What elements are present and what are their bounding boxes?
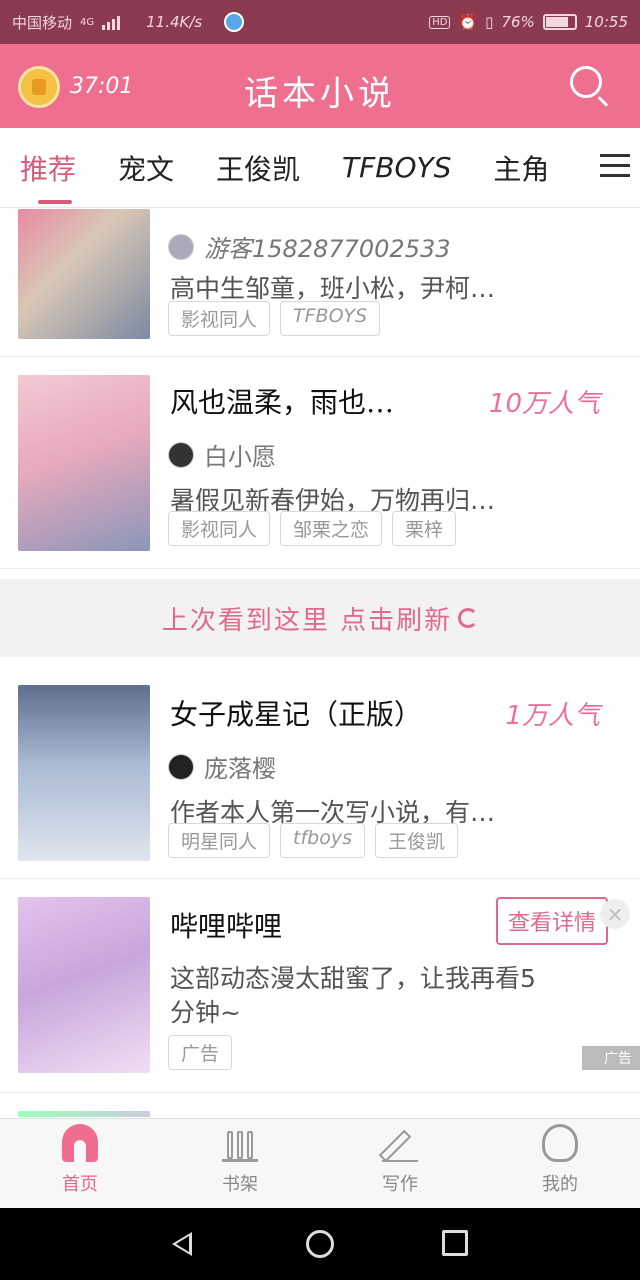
- nav-write-label: 写作: [382, 1174, 418, 1195]
- tab-romance[interactable]: 宠文: [118, 148, 174, 188]
- story-cover[interactable]: [18, 209, 150, 339]
- network-speed: 11.4K/s: [146, 13, 203, 31]
- refresh-bar[interactable]: 上次看到这里 点击刷新: [0, 579, 640, 657]
- story-tag[interactable]: 影视同人: [168, 511, 271, 546]
- story-cover[interactable]: [18, 1111, 150, 1117]
- nav-home[interactable]: 首页: [0, 1119, 160, 1208]
- nav-me[interactable]: 我的: [480, 1119, 640, 1208]
- nav-bookshelf[interactable]: 书架: [160, 1119, 320, 1208]
- tab-tfboys[interactable]: TFBOYS: [342, 151, 451, 184]
- tab-wang-junkai[interactable]: 王俊凯: [216, 148, 300, 188]
- hd-icon: HD: [429, 15, 451, 29]
- ad-cover[interactable]: [18, 897, 150, 1073]
- nav-bookshelf-label: 书架: [222, 1174, 258, 1195]
- clock: 10:55: [584, 13, 628, 31]
- story-tags: 影视同人 邹栗之恋 栗梓: [168, 511, 457, 546]
- battery-percent: 76%: [501, 13, 535, 31]
- story-tag[interactable]: 王俊凯: [374, 823, 458, 858]
- story-list: 游客1582877002533 高中生邹童，班小松，尹柯… 影视同人 TFBOY…: [0, 209, 640, 1117]
- story-cover[interactable]: [18, 685, 150, 861]
- menu-icon[interactable]: [600, 154, 630, 178]
- list-item[interactable]: 风也温柔，雨也… 10万人气 白小愿 暑假见新春伊始，万物再归… 影视同人 邹栗…: [0, 357, 640, 569]
- ad-tag: 广告: [168, 1035, 233, 1070]
- back-icon[interactable]: [172, 1232, 192, 1256]
- author-name: 游客1582877002533: [204, 235, 451, 263]
- recent-apps-icon[interactable]: [442, 1230, 468, 1256]
- app-title: 话本小说: [244, 74, 396, 114]
- ad-title[interactable]: 哔哩哔哩: [170, 905, 282, 945]
- ad-badge: 广告: [582, 1046, 640, 1070]
- category-tabs: 推荐 宠文 王俊凯 TFBOYS 主角: [0, 128, 640, 208]
- home-icon: [62, 1124, 98, 1162]
- story-tag[interactable]: 影视同人: [168, 301, 271, 336]
- story-author[interactable]: 白小愿: [168, 437, 276, 472]
- story-tag[interactable]: 明星同人: [168, 823, 271, 858]
- bookshelf-icon: [222, 1124, 258, 1162]
- story-author[interactable]: 庞落樱: [168, 749, 276, 784]
- alarm-icon: ⏰: [458, 13, 478, 31]
- search-icon[interactable]: [570, 66, 602, 98]
- home-circle-icon[interactable]: [306, 1230, 334, 1258]
- story-tag[interactable]: 栗梓: [392, 511, 457, 546]
- vibrate-icon: ▯: [485, 13, 494, 31]
- list-item[interactable]: 游客1582877002533 高中生邹童，班小松，尹柯… 影视同人 TFBOY…: [0, 209, 640, 357]
- tab-recommend[interactable]: 推荐: [20, 148, 76, 204]
- ad-description-line1: 这部动态漫太甜蜜了，让我再看5: [170, 964, 536, 993]
- app-header: 37:01 话本小说: [0, 44, 640, 128]
- bottom-navigation: 首页 书架 写作 我的: [0, 1118, 640, 1208]
- story-title[interactable]: 女子成星记（正版）: [170, 693, 422, 733]
- ad-description-line2: 分钟~: [170, 998, 241, 1027]
- nav-me-label: 我的: [542, 1174, 578, 1195]
- story-tag[interactable]: 邹栗之恋: [280, 511, 383, 546]
- ad-item[interactable]: 哔哩哔哩 查看详情 × 这部动态漫太甜蜜了，让我再看5 分钟~ 广告 广告: [0, 879, 640, 1093]
- popularity-label: 1万人气: [505, 701, 600, 731]
- story-tag[interactable]: tfboys: [280, 823, 365, 858]
- story-tags: 明星同人 tfboys 王俊凯: [168, 823, 458, 858]
- author-name: 庞落樱: [204, 755, 276, 783]
- close-icon[interactable]: ×: [600, 899, 630, 929]
- nav-write[interactable]: 写作: [320, 1119, 480, 1208]
- ad-tags: 广告: [168, 1035, 233, 1070]
- battery-icon: [542, 14, 577, 30]
- author-name: 白小愿: [204, 443, 276, 471]
- story-title[interactable]: 风也温柔，雨也…: [170, 381, 394, 421]
- status-bar: 中国移动 4G 11.4K/s HD ⏰ ▯ 76% 10:55: [0, 0, 640, 44]
- carrier-label: 中国移动: [12, 13, 73, 32]
- story-description: 高中生邹童，班小松，尹柯…: [170, 274, 496, 303]
- list-item[interactable]: [0, 1093, 640, 1117]
- avatar: [168, 441, 194, 468]
- nav-home-label: 首页: [62, 1174, 98, 1195]
- list-item[interactable]: 女子成星记（正版） 1万人气 庞落樱 作者本人第一次写小说，有… 明星同人 tf…: [0, 657, 640, 879]
- popularity-label: 10万人气: [488, 389, 600, 419]
- avatar: [168, 233, 194, 260]
- tab-protagonist[interactable]: 主角: [493, 148, 549, 188]
- story-tag[interactable]: TFBOYS: [280, 301, 381, 336]
- system-navigation-bar: [0, 1208, 640, 1280]
- refresh-icon: [458, 608, 479, 628]
- story-author[interactable]: 游客1582877002533: [168, 229, 451, 264]
- network-type: 4G: [80, 16, 95, 28]
- app-notification-icon: [224, 12, 245, 32]
- view-details-button[interactable]: 查看详情: [495, 897, 608, 945]
- profile-icon: [542, 1124, 578, 1162]
- pencil-icon: [382, 1124, 418, 1162]
- refresh-label: 上次看到这里 点击刷新: [161, 605, 453, 636]
- signal-icon: [102, 14, 121, 30]
- avatar: [168, 753, 194, 780]
- story-cover[interactable]: [18, 375, 150, 551]
- story-tags: 影视同人 TFBOYS: [168, 301, 381, 336]
